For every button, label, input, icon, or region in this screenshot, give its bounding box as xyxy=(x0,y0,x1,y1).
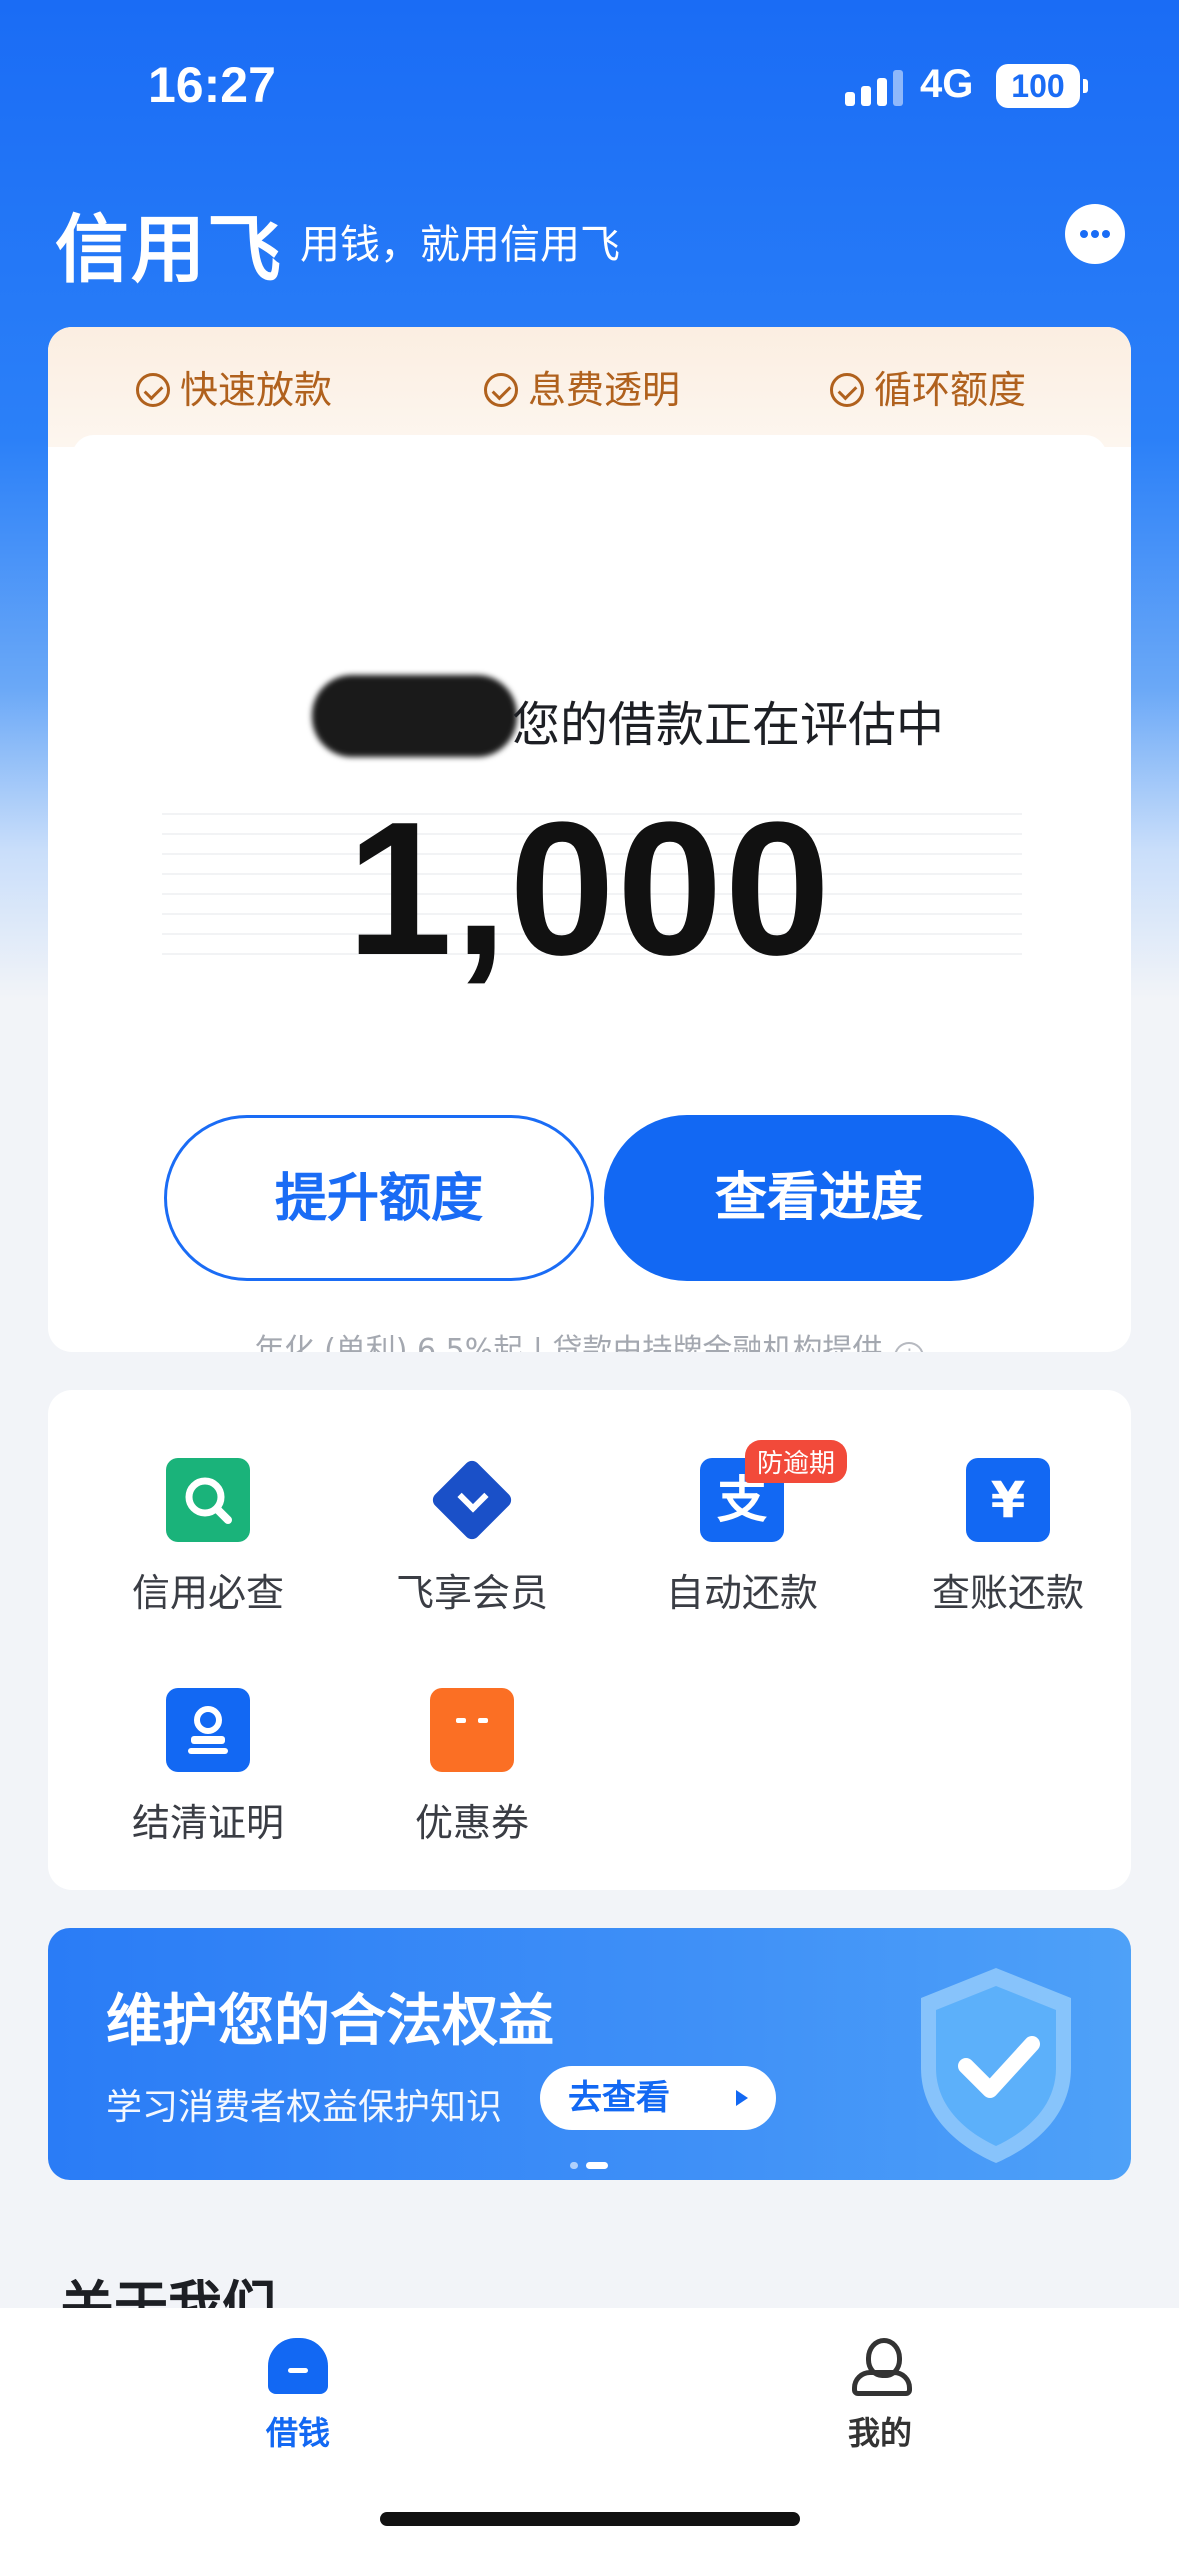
banner-view-button[interactable]: 去查看 xyxy=(540,2066,776,2130)
network-type: 4G xyxy=(920,62,974,106)
info-icon[interactable]: i xyxy=(894,1342,925,1352)
feature-transparent-fees: 息费透明 xyxy=(484,359,680,414)
magnifier-icon xyxy=(166,1458,250,1542)
bottom-tab-bar: 借钱 我的 xyxy=(0,2308,1179,2556)
overdue-prevention-badge: 防逾期 xyxy=(745,1440,848,1483)
alipay-icon: 支 防逾期 xyxy=(700,1440,848,1542)
service-bill-repay[interactable]: ¥ 查账还款 xyxy=(898,1458,1118,1618)
loan-card: 快速放款 息费透明 循环额度 您的借款正在评估中 1,000 提升额度 查看进度… xyxy=(48,327,1131,1352)
service-vip-member[interactable]: 飞享会员 xyxy=(362,1458,582,1618)
battery-icon: 100 xyxy=(996,64,1088,108)
home-indicator[interactable] xyxy=(380,2512,800,2526)
raise-limit-button[interactable]: 提升额度 xyxy=(164,1115,594,1281)
service-settlement-certificate[interactable]: 结清证明 xyxy=(98,1688,318,1848)
loan-amount: 1,000 xyxy=(346,783,833,995)
app-slogan: 用钱，就用信用飞 xyxy=(300,222,620,268)
loan-status-panel: 您的借款正在评估中 1,000 提升额度 查看进度 年化 (单利) 6.5%起 … xyxy=(72,435,1107,1352)
check-progress-button[interactable]: 查看进度 xyxy=(604,1115,1034,1281)
rate-disclaimer: 年化 (单利) 6.5%起 | 贷款由持牌金融机构提供i xyxy=(72,1325,1107,1352)
banner-title: 维护您的合法权益 xyxy=(106,1989,554,2054)
vip-diamond-icon xyxy=(430,1458,514,1542)
feature-strip: 快速放款 息费透明 循环额度 xyxy=(48,327,1131,447)
customer-service-icon[interactable] xyxy=(1065,204,1125,264)
app-logo: 信用飞 xyxy=(55,207,283,293)
loan-status-text: 您的借款正在评估中 xyxy=(512,697,945,753)
redacted-user-name xyxy=(312,675,517,757)
carousel-indicator xyxy=(570,2154,616,2173)
service-credit-check[interactable]: 信用必查 xyxy=(98,1458,318,1618)
check-circle-icon xyxy=(830,373,864,407)
feature-revolving-limit: 循环额度 xyxy=(830,359,1026,414)
service-coupons[interactable]: 优惠券 xyxy=(362,1688,582,1848)
status-bar: 16:27 4G 100 xyxy=(0,0,1179,150)
app-header: 信用飞 用钱，就用信用飞 xyxy=(55,190,1125,293)
stamp-icon xyxy=(166,1688,250,1772)
service-grid: 信用必查 飞享会员 支 防逾期 自动还款 ¥ 查账还款 结清证明 优惠券 xyxy=(48,1390,1131,1890)
shield-check-icon xyxy=(921,1968,1071,2163)
check-circle-icon xyxy=(484,373,518,407)
cellular-signal-icon xyxy=(845,70,905,106)
banner-subtitle: 学习消费者权益保护知识 xyxy=(106,2087,503,2128)
service-auto-repay[interactable]: 支 防逾期 自动还款 xyxy=(632,1440,852,1618)
feature-fast-disbursement: 快速放款 xyxy=(136,359,332,414)
yuan-icon: ¥ xyxy=(966,1458,1050,1542)
coupon-icon xyxy=(430,1688,514,1772)
user-icon xyxy=(850,2338,912,2396)
status-time: 16:27 xyxy=(148,57,276,113)
tab-borrow[interactable]: 借钱 xyxy=(218,2338,378,2454)
home-icon xyxy=(268,2338,328,2394)
tab-mine[interactable]: 我的 xyxy=(800,2338,960,2454)
consumer-rights-banner[interactable]: 维护您的合法权益 学习消费者权益保护知识 去查看 xyxy=(48,1928,1131,2180)
check-circle-icon xyxy=(136,373,170,407)
